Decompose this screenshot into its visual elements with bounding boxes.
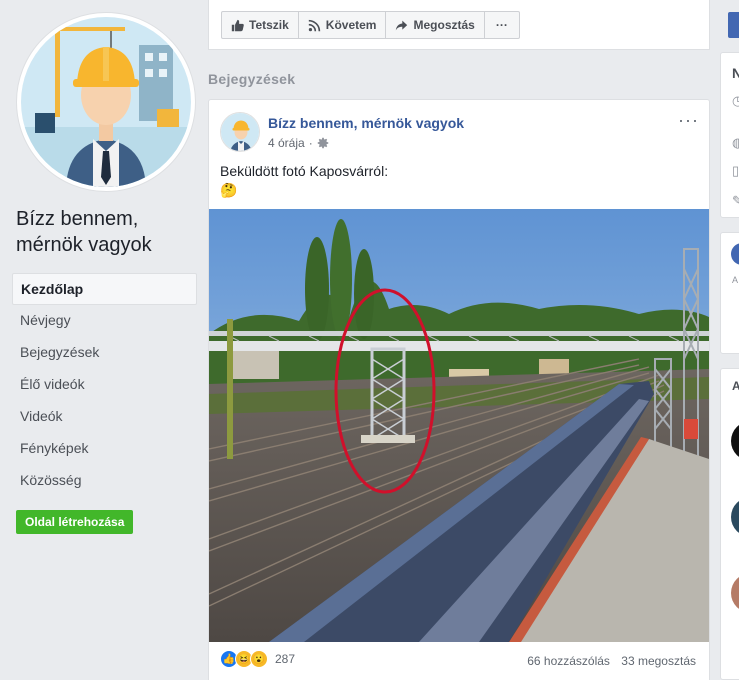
nav-item-posts[interactable]: Bejegyzések (12, 337, 197, 369)
footbridge-top (209, 331, 709, 336)
pencil-icon: ✎ (732, 193, 739, 209)
globe-icon: ◍ (732, 135, 739, 151)
page-action-bar: Tetszik Követem Megosztás ··· (208, 0, 710, 50)
share-arrow-icon (396, 20, 408, 30)
post-author-avatar[interactable] (220, 112, 260, 152)
share-label: Megosztás (413, 18, 475, 32)
more-dots-icon: ··· (495, 18, 508, 32)
post-timestamp[interactable]: 4 órája (268, 136, 305, 150)
right-card-about: N ◷ ◍ ▯ ✎ (720, 52, 739, 218)
right-card-related-pages: A (720, 368, 739, 680)
post-card: Bízz bennem, mérnök vagyok 4 órája · ···… (208, 99, 710, 680)
nav-item-home[interactable]: Kezdőlap (12, 273, 197, 305)
nav-item-videos[interactable]: Videók (12, 401, 197, 433)
post-author-link[interactable]: Bízz bennem, mérnök vagyok (268, 115, 464, 131)
left-column: Bízz bennem, mérnök vagyok Kezdőlap Névj… (0, 0, 208, 680)
building (229, 349, 279, 379)
post-photo[interactable] (209, 209, 709, 642)
more-actions-button[interactable]: ··· (483, 11, 520, 39)
right-card-ad: A (720, 232, 739, 354)
page-profile-picture[interactable] (16, 12, 196, 192)
like-page-button[interactable]: Tetszik (221, 11, 299, 39)
clock-icon: ◷ (732, 93, 739, 109)
section-title: Bejegyzések (208, 71, 296, 87)
post-text: Beküldött fotó Kaposvárról: 🤔 (220, 162, 388, 200)
page-nav: Kezdőlap Névjegy Bejegyzések Élő videók … (12, 273, 197, 497)
building (539, 359, 569, 375)
related-page-avatar[interactable] (731, 421, 739, 461)
share-page-button[interactable]: Megosztás (385, 11, 485, 39)
primary-action-button-edge[interactable] (728, 12, 739, 38)
post-caption: Beküldött fotó Kaposvárról: (220, 163, 389, 179)
nav-item-community[interactable]: Közösség (12, 465, 197, 497)
post-options-button[interactable]: ··· (678, 110, 699, 131)
thinking-emoji: 🤔 (220, 182, 238, 198)
create-page-button[interactable]: Oldal létrehozása (16, 510, 134, 534)
footbridge-deck (209, 341, 709, 351)
right-card-heading-fragment: A (732, 379, 739, 393)
nav-item-photos[interactable]: Fényképek (12, 433, 197, 465)
like-label: Tetszik (249, 18, 289, 32)
nav-item-live-videos[interactable]: Élő videók (12, 369, 197, 401)
gear-icon[interactable] (317, 137, 329, 149)
info-circle-icon (731, 243, 739, 265)
right-card-text-fragment: A (732, 275, 739, 285)
signal-mast (227, 319, 233, 459)
follow-button[interactable]: Követem (297, 11, 387, 39)
meta-separator: · (308, 136, 313, 150)
rss-icon (308, 19, 320, 31)
thumbs-up-icon (231, 19, 244, 31)
doc-icon: ▯ (732, 163, 739, 178)
page-name: Bízz bennem, mérnök vagyok (16, 208, 152, 256)
reaction-count: 287 (275, 652, 296, 666)
related-page-avatar[interactable] (731, 573, 739, 613)
action-buttons: Tetszik Követem Megosztás ··· (221, 11, 520, 39)
nav-item-about[interactable]: Névjegy (12, 305, 197, 337)
post-stats: 66 hozzászólás 33 megosztás (527, 654, 696, 668)
follow-label: Követem (325, 18, 377, 32)
reaction-summary[interactable]: 👍 😆 😮 287 (220, 650, 295, 668)
engineer-avatar-icon (21, 17, 191, 187)
post-meta: 4 órája · (268, 136, 329, 150)
related-page-avatar[interactable] (731, 497, 739, 537)
right-card-heading-fragment: N (732, 65, 739, 81)
share-count-link[interactable]: 33 megosztás (621, 654, 696, 668)
comment-count-link[interactable]: 66 hozzászólás (527, 654, 610, 668)
engineer-avatar-icon (221, 113, 259, 151)
wow-reaction-icon: 😮 (250, 650, 268, 668)
